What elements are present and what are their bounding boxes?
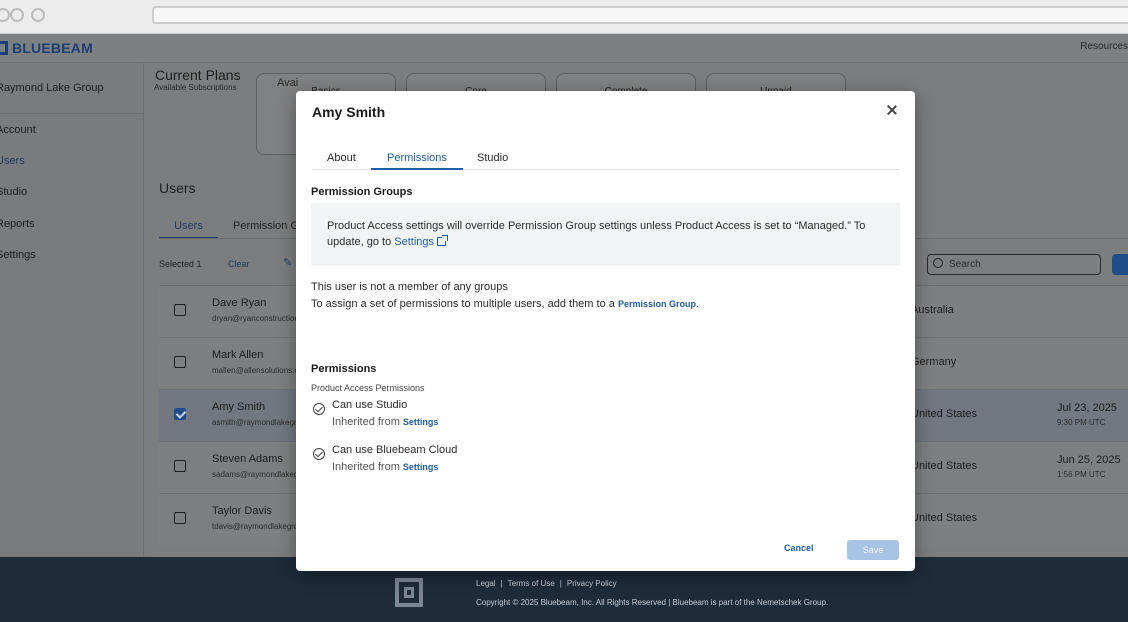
user-email: tdavis@raymondlakegroup.com: [212, 522, 297, 531]
permissions-heading: Permissions: [311, 363, 377, 375]
not-member-text: This user is not a member of any groups: [311, 281, 508, 293]
logo-text: BLUEBEAM: [12, 40, 93, 56]
user-country: Germany: [911, 356, 957, 368]
user-email: dryan@ryanconstruction.com: [212, 314, 297, 323]
window-minimize-dot[interactable]: [10, 8, 24, 22]
user-name: Taylor Davis: [212, 505, 272, 517]
search-placeholder: Search: [949, 259, 981, 270]
top-bar: BLUEBEAM Resources: [0, 34, 1128, 63]
sidebar-item-reports[interactable]: Reports: [0, 218, 35, 230]
save-button[interactable]: Save: [847, 540, 899, 560]
tab-permission-groups[interactable]: Permission G: [233, 220, 299, 232]
current-plans-subtitle: Available Subscriptions: [154, 83, 237, 92]
assign-text-end: .: [695, 298, 700, 310]
resources-link[interactable]: Resources: [1080, 41, 1128, 52]
search-icon: [933, 258, 943, 268]
footer-separator: |: [500, 579, 503, 588]
last-active-date: Jul 23, 2025: [1057, 402, 1117, 414]
row-checkbox[interactable]: [174, 512, 186, 524]
users-page-title: Users: [159, 180, 196, 196]
notice-text: Product Access settings will override Pe…: [327, 218, 882, 250]
footer-link-privacy[interactable]: Privacy Policy: [567, 579, 617, 588]
bluebeam-logo-icon: [0, 41, 8, 55]
modal-tabs: About Permissions Studio: [312, 149, 900, 170]
row-checkbox[interactable]: [174, 304, 186, 316]
user-email: sadams@raymondlakegroup.com: [212, 470, 297, 479]
user-name: Amy Smith: [212, 401, 266, 413]
bluebeam-logo[interactable]: BLUEBEAM: [0, 38, 93, 58]
plan-available-label: Avai: [277, 77, 299, 89]
footer-copyright: Copyright © 2025 Bluebeam, Inc. All Righ…: [476, 598, 829, 607]
check-circle-icon: [313, 448, 325, 460]
modal-title: Amy Smith: [312, 104, 386, 120]
permission-label: Can use Bluebeam Cloud: [332, 444, 458, 456]
permission-inherited: Inherited from Settings: [332, 461, 438, 473]
footer-links: Legal | Terms of Use | Privacy Policy: [476, 579, 617, 588]
browser-chrome: [0, 0, 1128, 34]
permission-groups-heading: Permission Groups: [311, 186, 413, 198]
tab-permissions[interactable]: Permissions: [387, 152, 447, 164]
selected-count: Selected 1: [159, 259, 202, 269]
tab-users[interactable]: Users: [159, 220, 218, 239]
sidebar: Raymond Lake Group Account Users Studio …: [0, 63, 144, 557]
row-checkbox[interactable]: [174, 460, 186, 472]
active-tab-indicator: [371, 168, 463, 170]
inherited-text: Inherited from: [332, 416, 403, 428]
sidebar-divider: [0, 113, 144, 114]
edit-icon[interactable]: ✎: [283, 256, 292, 269]
product-access-notice: Product Access settings will override Pe…: [311, 203, 900, 266]
product-access-permissions-label: Product Access Permissions: [311, 383, 425, 393]
user-details-modal: Amy Smith About Permissions Studio Permi…: [296, 91, 915, 571]
tab-about[interactable]: About: [327, 152, 356, 164]
permission-group-link[interactable]: Permission Group: [618, 299, 696, 309]
sidebar-item-studio[interactable]: Studio: [0, 186, 27, 198]
inherited-text: Inherited from: [332, 461, 403, 473]
user-country: United States: [911, 408, 978, 420]
user-name: Mark Allen: [212, 349, 264, 361]
permission-inherited: Inherited from Settings: [332, 416, 438, 428]
user-country: United States: [911, 512, 978, 524]
user-email: mallen@allensolutions.com: [212, 366, 297, 375]
sidebar-item-settings[interactable]: Settings: [0, 249, 36, 261]
user-name: Dave Ryan: [212, 297, 267, 309]
assign-text-line: To assign a set of permissions to multip…: [311, 298, 699, 310]
footer-logo-icon: [395, 578, 423, 607]
footer-logo-inner: [404, 587, 414, 598]
current-plans-title: Current Plans: [155, 67, 241, 83]
settings-link[interactable]: Settings: [394, 236, 434, 248]
clear-selection-button[interactable]: Clear: [228, 259, 250, 269]
permission-label: Can use Studio: [332, 399, 408, 411]
user-country: United States: [911, 460, 978, 472]
assign-text: To assign a set of permissions to multip…: [311, 298, 618, 310]
check-circle-icon: [313, 403, 325, 415]
last-active-time: 9:30 PM UTC: [1057, 418, 1106, 427]
footer-separator: |: [559, 579, 562, 588]
last-active-date: Jun 25, 2025: [1057, 454, 1121, 466]
inherited-settings-link[interactable]: Settings: [403, 462, 439, 472]
search-input[interactable]: Search: [927, 254, 1101, 275]
org-name[interactable]: Raymond Lake Group: [0, 82, 104, 94]
last-active-time: 1:56 PM UTC: [1057, 470, 1106, 479]
window-maximize-dot[interactable]: [31, 8, 45, 22]
close-icon[interactable]: [885, 104, 899, 118]
add-user-button[interactable]: [1112, 254, 1128, 275]
tab-studio[interactable]: Studio: [477, 152, 508, 164]
cancel-button[interactable]: Cancel: [784, 543, 814, 553]
user-country: Australia: [911, 304, 954, 316]
row-checkbox-checked[interactable]: [174, 408, 186, 420]
footer-link-legal[interactable]: Legal: [476, 579, 496, 588]
user-email: asmith@raymondlakegroup.com: [212, 418, 297, 427]
external-link-icon[interactable]: [437, 235, 449, 246]
sidebar-item-users[interactable]: Users: [0, 155, 25, 167]
sidebar-item-account[interactable]: Account: [0, 124, 36, 136]
footer-link-terms[interactable]: Terms of Use: [508, 579, 555, 588]
inherited-settings-link[interactable]: Settings: [403, 417, 439, 427]
user-name: Steven Adams: [212, 453, 283, 465]
address-bar[interactable]: [152, 6, 1128, 24]
window-close-dot[interactable]: [0, 8, 10, 22]
row-checkbox[interactable]: [174, 356, 186, 368]
